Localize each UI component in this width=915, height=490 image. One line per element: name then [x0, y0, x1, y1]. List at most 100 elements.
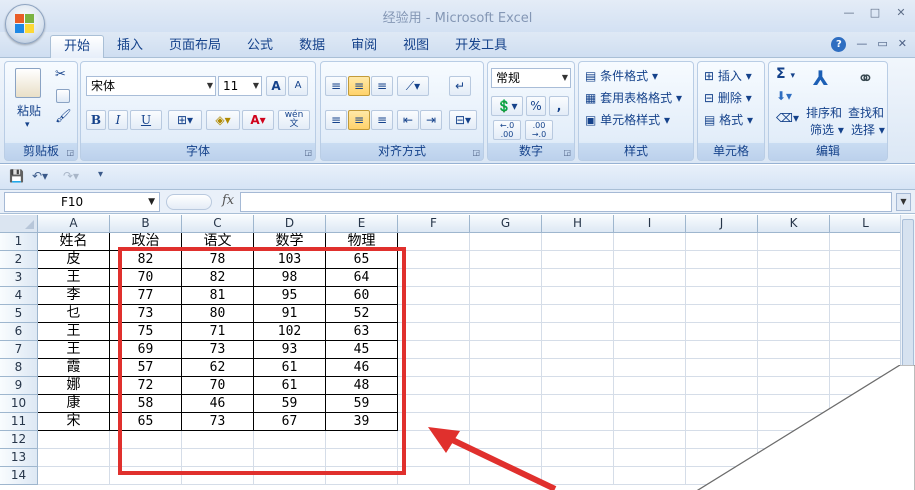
tab-page-layout[interactable]: 页面布局 [156, 35, 234, 58]
row-header-7[interactable]: 7 [0, 341, 38, 359]
row-header-9[interactable]: 9 [0, 377, 38, 395]
decrease-indent-button[interactable]: ⇤ [397, 110, 419, 130]
cell-l1[interactable] [830, 233, 902, 251]
cell-i2[interactable] [614, 251, 686, 269]
grow-font-button[interactable]: A [266, 76, 286, 96]
row-header-14[interactable]: 14 [0, 467, 38, 485]
align-center-button[interactable]: ≡ [348, 110, 370, 130]
phonetic-button[interactable]: wén 文 [278, 110, 310, 130]
cell-a2[interactable]: 皮 [38, 251, 110, 269]
cell-a11[interactable]: 宋 [38, 413, 110, 431]
cell-g5[interactable] [470, 305, 542, 323]
cell-i7[interactable] [614, 341, 686, 359]
tab-insert[interactable]: 插入 [104, 35, 156, 58]
cell-j7[interactable] [686, 341, 758, 359]
cell-f7[interactable] [398, 341, 470, 359]
clear-button[interactable]: ⌫▾ [776, 111, 799, 125]
row-header-10[interactable]: 10 [0, 395, 38, 413]
tab-formulas[interactable]: 公式 [234, 35, 286, 58]
cell-i1[interactable] [614, 233, 686, 251]
cell-j4[interactable] [686, 287, 758, 305]
cell-f8[interactable] [398, 359, 470, 377]
font-size-select[interactable]: 11 ▼ [218, 76, 262, 96]
column-header-a[interactable]: A [38, 215, 110, 233]
cell-h3[interactable] [542, 269, 614, 287]
redo-icon[interactable]: ↷▾ [63, 169, 79, 183]
cell-l7[interactable] [830, 341, 902, 359]
row-header-6[interactable]: 6 [0, 323, 38, 341]
cell-g3[interactable] [470, 269, 542, 287]
row-header-1[interactable]: 1 [0, 233, 38, 251]
number-launcher-icon[interactable]: ◲ [563, 148, 571, 157]
cell-i5[interactable] [614, 305, 686, 323]
office-button[interactable] [5, 4, 45, 44]
cell-l4[interactable] [830, 287, 902, 305]
cell-a4[interactable]: 李 [38, 287, 110, 305]
cell-l6[interactable] [830, 323, 902, 341]
cell-f9[interactable] [398, 377, 470, 395]
column-header-b[interactable]: B [110, 215, 182, 233]
tab-data[interactable]: 数据 [286, 35, 338, 58]
percent-button[interactable]: % [526, 96, 546, 116]
column-header-c[interactable]: C [182, 215, 254, 233]
name-box[interactable]: F10 ▼ [4, 192, 160, 212]
row-header-5[interactable]: 5 [0, 305, 38, 323]
cell-g7[interactable] [470, 341, 542, 359]
insert-function-icon[interactable]: fx [222, 193, 234, 208]
binoculars-icon[interactable]: ⚭ [857, 66, 874, 90]
row-header-4[interactable]: 4 [0, 287, 38, 305]
bold-button[interactable]: B [86, 110, 106, 130]
cell-g10[interactable] [470, 395, 542, 413]
paste-dropdown-icon[interactable]: ▾ [25, 120, 30, 130]
format-as-table-button[interactable]: ▦ 套用表格格式 ▾ [585, 89, 682, 106]
cell-a6[interactable]: 王 [38, 323, 110, 341]
ribbon-minimize-icon[interactable]: — [856, 37, 867, 52]
alignment-launcher-icon[interactable]: ◲ [472, 148, 480, 157]
align-top-button[interactable]: ≡ [325, 76, 347, 96]
cell-h1[interactable] [542, 233, 614, 251]
row-header-12[interactable]: 12 [0, 431, 38, 449]
cell-f5[interactable] [398, 305, 470, 323]
sort-filter-icon[interactable]: ⅄ [813, 66, 828, 90]
cell-f3[interactable] [398, 269, 470, 287]
paste-button[interactable]: 粘贴 [17, 102, 41, 119]
format-painter-icon[interactable]: 🖌 [55, 109, 72, 124]
align-bottom-button[interactable]: ≡ [371, 76, 393, 96]
shrink-font-button[interactable]: A [288, 76, 308, 96]
cell-h6[interactable] [542, 323, 614, 341]
cell-f6[interactable] [398, 323, 470, 341]
cell-a5[interactable]: 乜 [38, 305, 110, 323]
cell-g2[interactable] [470, 251, 542, 269]
orientation-button[interactable]: ⟋▾ [397, 76, 429, 96]
cut-icon[interactable]: ✂ [55, 67, 66, 82]
column-header-k[interactable]: K [758, 215, 830, 233]
cell-i3[interactable] [614, 269, 686, 287]
cell-i6[interactable] [614, 323, 686, 341]
cell-a13[interactable] [38, 449, 110, 467]
conditional-format-button[interactable]: ▤ 条件格式 ▾ [585, 67, 658, 84]
column-header-d[interactable]: D [254, 215, 326, 233]
cell-g6[interactable] [470, 323, 542, 341]
cell-g1[interactable] [470, 233, 542, 251]
cell-f1[interactable] [398, 233, 470, 251]
cell-k3[interactable] [758, 269, 830, 287]
increase-decimal-button[interactable]: ←.0.00 [493, 120, 521, 140]
tab-developer[interactable]: 开发工具 [442, 35, 520, 58]
copy-icon[interactable] [56, 89, 70, 103]
save-icon[interactable]: 💾 [9, 169, 24, 183]
cell-h8[interactable] [542, 359, 614, 377]
cell-a12[interactable] [38, 431, 110, 449]
help-icon[interactable]: ? [831, 37, 847, 52]
increase-indent-button[interactable]: ⇥ [420, 110, 442, 130]
undo-icon[interactable]: ↶▾ [32, 169, 48, 183]
cell-k7[interactable] [758, 341, 830, 359]
expand-formula-bar-icon[interactable]: ▼ [896, 193, 911, 211]
column-header-h[interactable]: H [542, 215, 614, 233]
underline-button[interactable]: U [130, 110, 162, 130]
delete-cells-button[interactable]: ⊟ 删除 ▾ [704, 89, 752, 106]
cell-j6[interactable] [686, 323, 758, 341]
italic-button[interactable]: I [108, 110, 128, 130]
number-format-select[interactable]: 常规 ▼ [491, 68, 571, 88]
cell-h7[interactable] [542, 341, 614, 359]
wrap-text-button[interactable]: ↵ [449, 76, 471, 96]
